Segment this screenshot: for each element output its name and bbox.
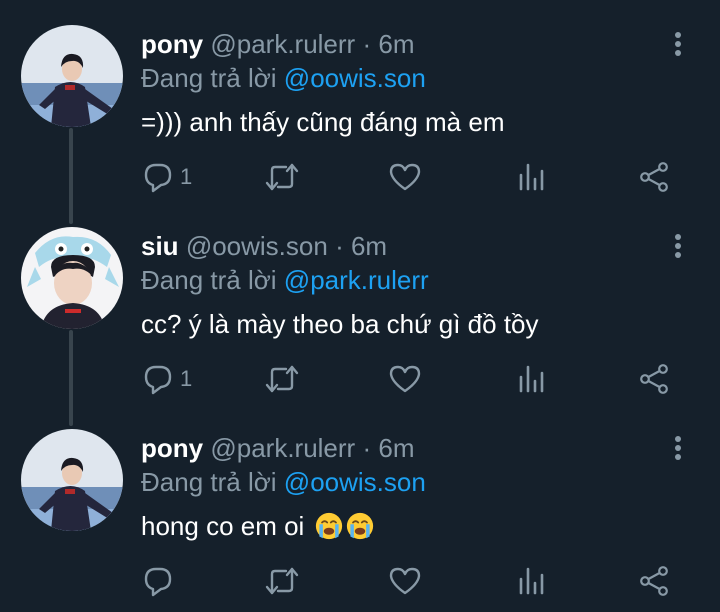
heart-icon (389, 567, 421, 595)
action-bar: 1 (0, 202, 720, 404)
reply-icon (144, 163, 172, 193)
share-button[interactable] (638, 362, 670, 396)
share-button[interactable] (638, 160, 670, 194)
action-bar: 1 (0, 0, 720, 202)
analytics-button[interactable] (516, 160, 546, 194)
like-button[interactable] (388, 362, 422, 396)
reply-icon (144, 365, 172, 395)
tweet[interactable]: siu @oowis.son · 6m Đang trả lời @park.r… (0, 202, 720, 404)
reply-count: 1 (180, 366, 193, 391)
share-icon (640, 364, 668, 394)
analytics-button[interactable] (516, 362, 546, 396)
retweet-icon (265, 567, 299, 595)
retweet-button[interactable] (264, 362, 300, 396)
analytics-icon (519, 163, 544, 191)
reply-icon (144, 567, 172, 597)
analytics-button[interactable] (516, 564, 546, 598)
like-button[interactable] (388, 160, 422, 194)
share-icon (640, 162, 668, 192)
reply-count: 1 (180, 164, 193, 189)
retweet-button[interactable] (264, 160, 300, 194)
analytics-icon (519, 365, 544, 393)
analytics-icon (519, 567, 544, 595)
heart-icon (389, 163, 421, 191)
retweet-icon (265, 365, 299, 393)
like-button[interactable] (388, 564, 422, 598)
tweet[interactable]: pony @park.rulerr · 6m Đang trả lời @oow… (0, 404, 720, 606)
share-icon (640, 566, 668, 596)
reply-button[interactable]: 1 (142, 362, 192, 396)
reply-button[interactable]: 1 (142, 160, 192, 194)
action-bar (0, 404, 720, 606)
retweet-button[interactable] (264, 564, 300, 598)
heart-icon (389, 365, 421, 393)
reply-button[interactable] (142, 564, 180, 598)
retweet-icon (265, 163, 299, 191)
share-button[interactable] (638, 564, 670, 598)
tweet[interactable]: pony @park.rulerr · 6m Đang trả lời @oow… (0, 0, 720, 202)
